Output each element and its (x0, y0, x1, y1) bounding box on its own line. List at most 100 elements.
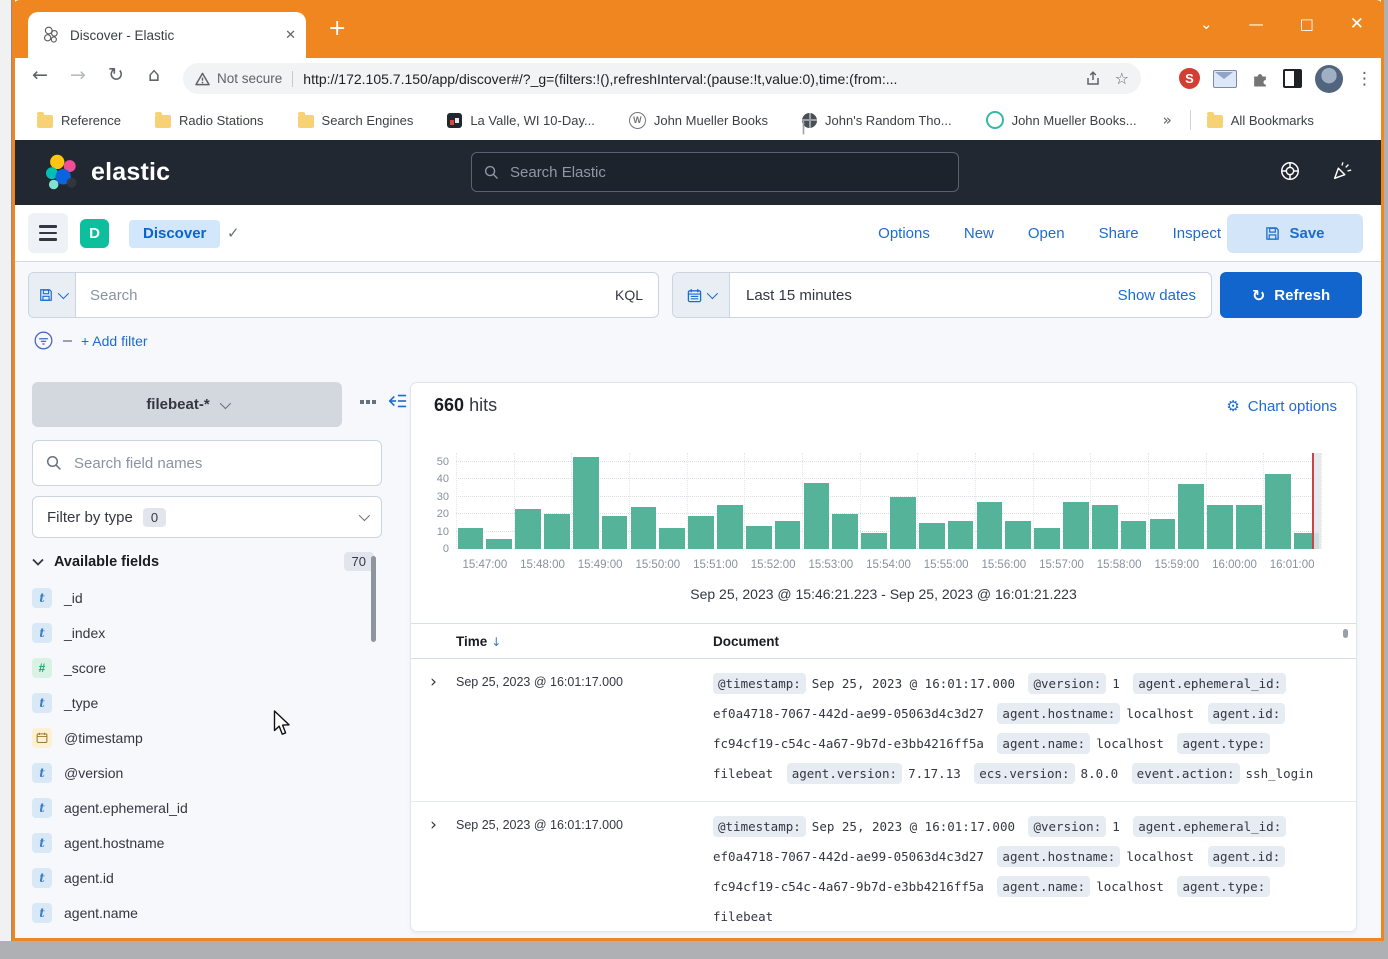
histogram-bar[interactable] (804, 483, 830, 549)
browser-menu-icon[interactable]: ⋮ (1356, 69, 1373, 89)
menu-hamburger-icon[interactable] (28, 213, 68, 253)
histogram-bar[interactable] (890, 497, 916, 549)
field-item[interactable]: t_type (32, 685, 372, 720)
doc-field-key[interactable]: @version: (1028, 673, 1106, 694)
histogram-bar[interactable] (1150, 519, 1176, 549)
histogram-bar[interactable] (1034, 528, 1060, 549)
expand-row-icon[interactable]: › (411, 669, 456, 789)
table-scrollbar[interactable] (1343, 629, 1348, 638)
show-dates-link[interactable]: Show dates (1118, 287, 1211, 304)
doc-field-key[interactable]: agent.name: (997, 733, 1090, 754)
doc-field-key[interactable]: agent.type: (1177, 733, 1270, 754)
field-item[interactable]: #_score (32, 650, 372, 685)
filter-by-type-select[interactable]: Filter by type 0 (32, 496, 382, 538)
menu-link-new[interactable]: New (964, 225, 994, 242)
news-icon[interactable] (1331, 160, 1353, 182)
available-fields-header[interactable]: Available fields 70 (32, 552, 382, 571)
window-chevron-icon[interactable]: ⌄ (1200, 15, 1213, 33)
menu-link-options[interactable]: Options (878, 225, 930, 242)
extension-s-icon[interactable]: S (1179, 68, 1200, 89)
bookmarks-overflow-icon[interactable]: » (1163, 111, 1172, 129)
histogram-bar[interactable] (775, 521, 801, 549)
doc-field-key[interactable]: agent.type: (1177, 876, 1270, 897)
bookmark-item[interactable]: John Mueller Books... (986, 111, 1137, 129)
collapse-sidebar-icon[interactable] (387, 392, 407, 410)
reload-icon[interactable]: ↻ (101, 64, 131, 86)
bookmark-item[interactable]: Search Engines (298, 113, 414, 128)
field-item[interactable]: t_id (32, 580, 372, 615)
window-maximize-icon[interactable]: □ (1300, 15, 1314, 33)
all-bookmarks-button[interactable]: All Bookmarks (1207, 113, 1314, 128)
bookmark-item[interactable]: La Valle, WI 10-Day... (447, 113, 595, 128)
doc-field-key[interactable]: @version: (1028, 816, 1106, 837)
breadcrumb[interactable]: Discover (129, 220, 220, 248)
histogram-plot[interactable] (456, 453, 1321, 549)
histogram-bar[interactable] (688, 516, 714, 549)
bookmark-star-icon[interactable]: ☆ (1115, 69, 1129, 88)
doc-field-key[interactable]: @timestamp: (713, 816, 806, 837)
histogram-bar[interactable] (631, 507, 657, 549)
doc-field-key[interactable]: agent.hostname: (997, 703, 1120, 724)
doc-field-key[interactable]: @timestamp: (713, 673, 806, 694)
save-button[interactable]: Save (1227, 214, 1363, 253)
side-panel-icon[interactable] (1283, 69, 1302, 88)
back-icon[interactable]: ← (25, 64, 55, 86)
bookmark-item[interactable]: Radio Stations (155, 113, 264, 128)
field-search-box[interactable] (32, 440, 382, 486)
global-search[interactable] (471, 152, 959, 192)
field-item[interactable]: @timestamp (32, 720, 372, 755)
doc-field-key[interactable]: agent.hostname: (997, 846, 1120, 867)
menu-link-share[interactable]: Share (1099, 225, 1139, 242)
space-avatar[interactable]: D (80, 219, 109, 248)
add-filter-link[interactable]: + Add filter (81, 333, 148, 349)
menu-link-inspect[interactable]: Inspect (1173, 225, 1221, 242)
doc-field-key[interactable]: agent.name: (997, 876, 1090, 897)
histogram-bar[interactable] (1121, 521, 1147, 549)
share-icon[interactable] (1085, 71, 1101, 87)
date-picker-button[interactable] (673, 273, 730, 317)
forward-icon[interactable]: → (63, 64, 93, 86)
field-options-icon[interactable] (360, 400, 364, 404)
histogram-bar[interactable] (1005, 521, 1031, 549)
doc-field-key[interactable]: agent.id: (1208, 846, 1286, 867)
doc-field-key[interactable]: event.action: (1132, 763, 1240, 784)
histogram-bar[interactable] (1265, 474, 1291, 549)
histogram-bar[interactable] (717, 505, 743, 549)
profile-avatar[interactable] (1315, 65, 1343, 93)
histogram-bar[interactable] (861, 533, 887, 549)
index-pattern-select[interactable]: filebeat-* (32, 382, 342, 427)
histogram-bar[interactable] (919, 523, 945, 549)
field-item[interactable]: tagent.ephemeral_id (32, 790, 372, 825)
refresh-button[interactable]: ↻ Refresh (1220, 272, 1362, 318)
histogram-bar[interactable] (1207, 505, 1233, 549)
global-search-input[interactable] (508, 163, 946, 182)
histogram-bar[interactable] (1178, 484, 1204, 549)
histogram-bar[interactable] (573, 457, 599, 550)
extension-mail-icon[interactable] (1213, 70, 1237, 88)
field-item[interactable]: t_index (32, 615, 372, 650)
chart-options-button[interactable]: ⚙ Chart options (1226, 397, 1337, 415)
histogram-bar[interactable] (746, 526, 772, 549)
menu-link-open[interactable]: Open (1028, 225, 1065, 242)
doc-field-key[interactable]: agent.ephemeral_id: (1133, 816, 1286, 837)
help-icon[interactable] (1279, 160, 1301, 182)
histogram-bar[interactable] (602, 516, 628, 549)
doc-field-key[interactable]: agent.version: (787, 763, 902, 784)
time-column-header[interactable]: Time↓ (456, 634, 713, 649)
saved-query-button[interactable] (29, 273, 76, 317)
histogram-bar[interactable] (1236, 505, 1262, 549)
histogram-bar[interactable] (486, 539, 512, 549)
tab-close-icon[interactable]: ✕ (285, 28, 296, 43)
bookmark-item[interactable]: Reference (37, 113, 121, 128)
window-close-icon[interactable]: ✕ (1350, 14, 1364, 34)
query-language-label[interactable]: KQL (615, 287, 658, 303)
histogram-bar[interactable] (544, 514, 570, 549)
new-tab-button[interactable]: + (328, 18, 346, 40)
doc-field-key[interactable]: ecs.version: (974, 763, 1074, 784)
histogram-bar[interactable] (458, 528, 484, 549)
time-range-value[interactable]: Last 15 minutes (730, 287, 1118, 304)
histogram-bar[interactable] (515, 509, 541, 549)
window-minimize-icon[interactable]: — (1249, 15, 1264, 33)
field-search-input[interactable] (72, 454, 368, 473)
browser-tab[interactable]: Discover - Elastic ✕ (28, 12, 306, 58)
